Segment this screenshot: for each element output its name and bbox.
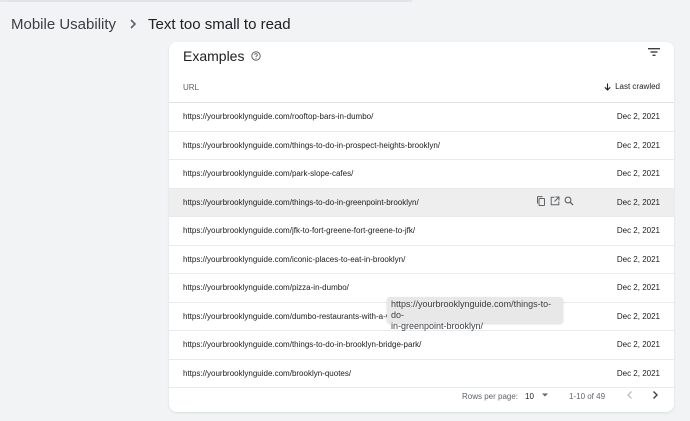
tooltip-line-2: in-greenpoint-brooklyn/ [391,321,484,331]
row-date: Dec 2, 2021 [616,140,660,150]
row-date: Dec 2, 2021 [616,311,660,321]
row-url: https://yourbrooklynguide.com/things-to-… [183,340,422,349]
row-date: Dec 2, 2021 [616,226,660,235]
row-date: Dec 2, 2021 [616,254,660,264]
breadcrumb: Mobile Usability Text too small to read [0,0,690,48]
row-date: Dec 2, 2021 [616,340,660,349]
row-url: https://yourbrooklynguide.com/brooklyn-q… [183,368,352,378]
chevron-left-icon[interactable] [623,388,637,402]
row-date: Dec 2, 2021 [616,197,660,207]
table-row[interactable]: https://yourbrooklynguide.com/park-slope… [169,160,674,189]
row-url: https://yourbrooklynguide.com/jfk-to-for… [183,226,416,235]
arrow-down-icon [604,83,611,91]
row-actions [536,195,574,206]
column-header-last-crawled-label: Last crawled [615,82,660,91]
column-header-last-crawled[interactable]: Last crawled [604,82,660,91]
row-url: https://yourbrooklynguide.com/iconic-pla… [183,254,406,264]
page-range: 1-10 of 49 [569,392,606,401]
card-title: Examples [183,47,262,65]
table-body: https://yourbrooklynguide.com/rooftop-ba… [169,103,674,388]
row-url: https://yourbrooklynguide.com/things-to-… [183,140,441,150]
inspect-url-icon[interactable] [564,196,574,206]
table-row-hovered[interactable]: https://yourbrooklynguide.com/things-to-… [169,188,674,217]
row-date: Dec 2, 2021 [616,368,660,378]
row-url: https://yourbrooklynguide.com/rooftop-ba… [183,112,374,121]
row-url: https://yourbrooklynguide.com/pizza-in-d… [183,283,349,292]
open-in-new-icon[interactable] [550,196,560,206]
chevron-right-icon[interactable] [648,388,662,402]
breadcrumb-current: Text too small to read [148,15,291,33]
row-date: Dec 2, 2021 [616,283,660,292]
row-url: https://yourbrooklynguide.com/park-slope… [183,169,354,178]
table-row[interactable]: https://yourbrooklynguide.com/things-to-… [169,132,674,160]
examples-card: Examples URL Last crawled https://yourbr… [169,42,674,412]
table-row[interactable]: https://yourbrooklynguide.com/jfk-to-for… [169,217,674,246]
breadcrumb-root[interactable]: Mobile Usability [11,16,116,33]
row-date: Dec 2, 2021 [616,112,660,121]
tooltip-line-1: https://yourbrooklynguide.com/things-to-… [391,299,552,320]
copy-icon[interactable] [536,195,546,206]
rows-per-page-select[interactable]: 10 [525,392,534,401]
rows-per-page-label: Rows per page: [462,392,519,401]
row-date: Dec 2, 2021 [616,169,660,178]
table-row[interactable]: https://yourbrooklynguide.com/rooftop-ba… [169,103,674,132]
chevron-right-icon [129,16,137,32]
pagination: Rows per page: 10 1-10 of 49 [169,384,674,408]
filter-icon[interactable] [648,47,660,57]
row-url: https://yourbrooklynguide.com/dumbo-rest… [183,311,402,321]
table-row[interactable]: https://yourbrooklynguide.com/iconic-pla… [169,246,674,274]
column-header-url[interactable]: URL [183,83,199,92]
table-row[interactable]: https://yourbrooklynguide.com/things-to-… [169,331,674,360]
card-title-text: Examples [183,48,245,64]
url-tooltip: https://yourbrooklynguide.com/things-to-… [387,297,563,331]
caret-down-icon[interactable] [541,391,549,399]
table-header: URL Last crawled [169,75,674,103]
help-icon[interactable] [251,51,262,61]
row-url: https://yourbrooklynguide.com/things-to-… [183,197,419,207]
